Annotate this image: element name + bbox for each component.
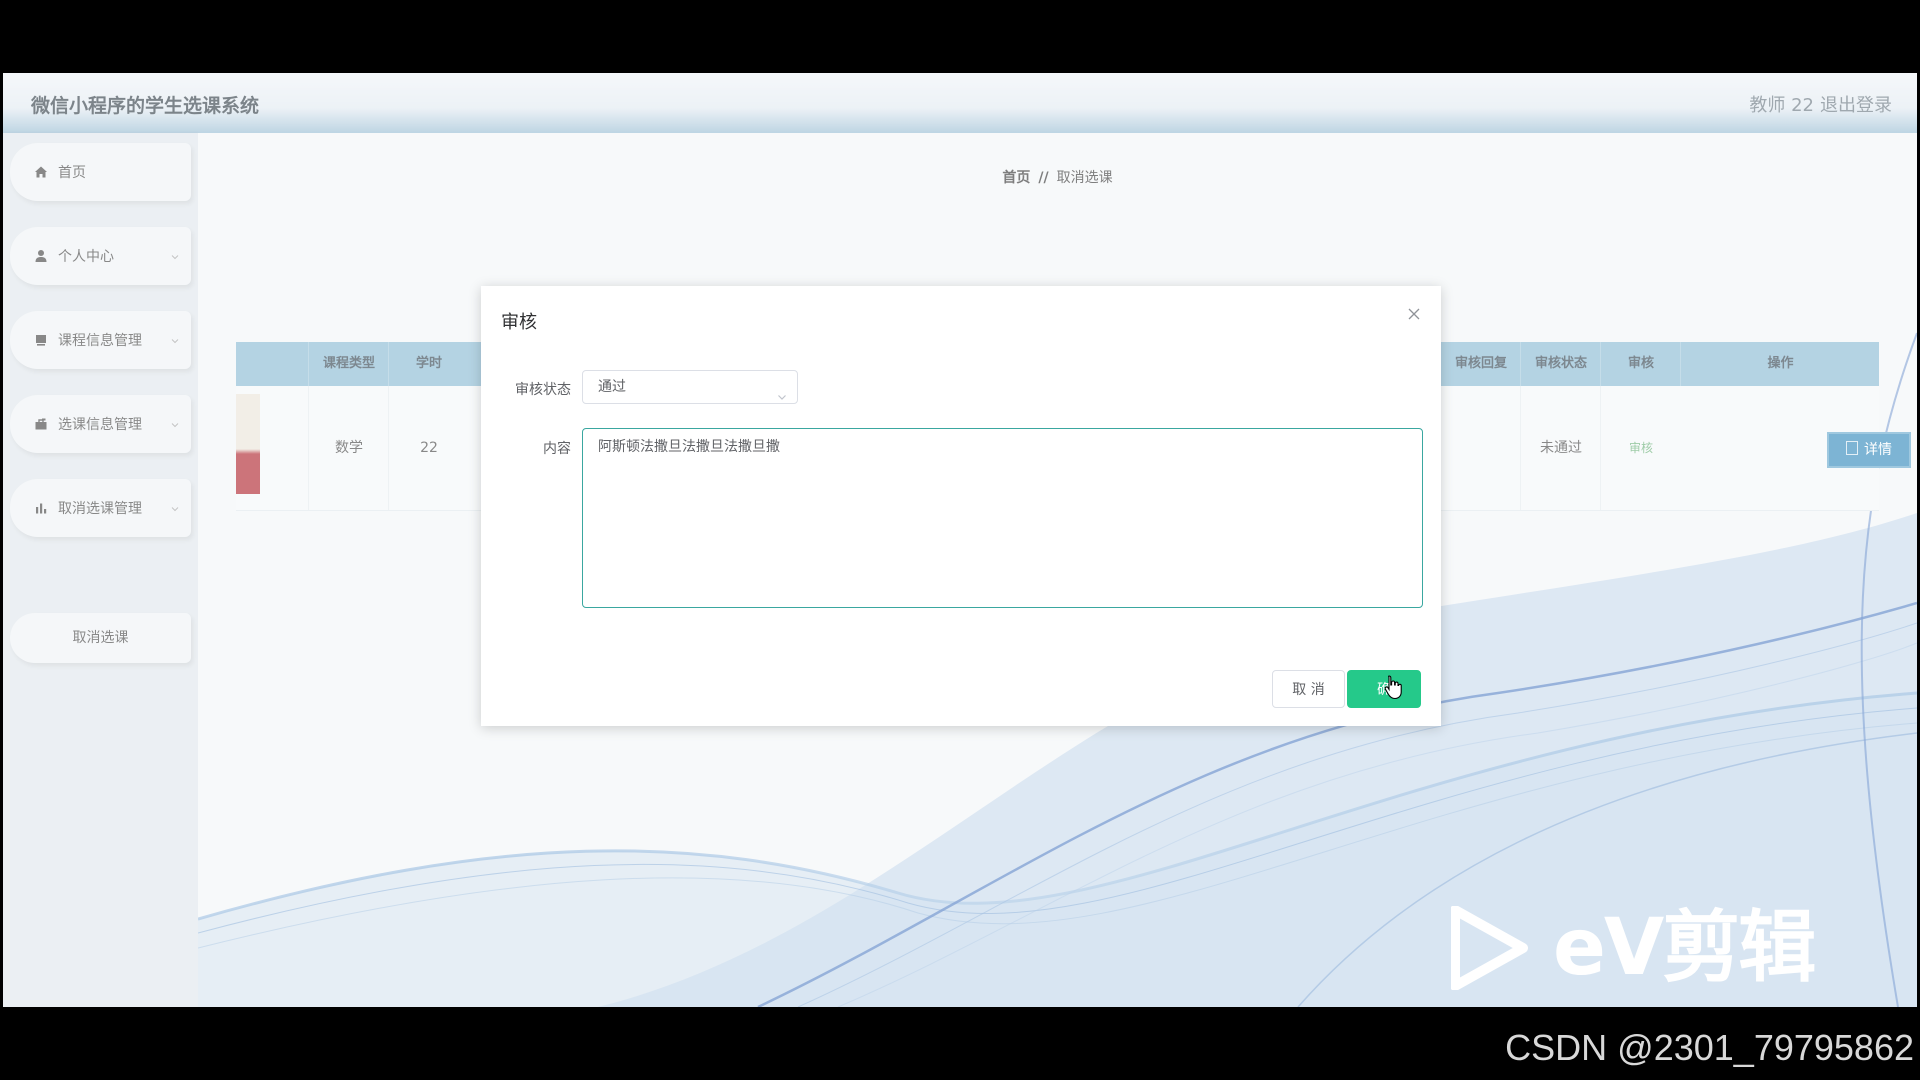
content-textarea[interactable]: 阿斯顿法撒旦法撒旦法撒旦撒	[582, 428, 1423, 608]
hand-cursor-icon	[1384, 675, 1402, 700]
audit-dialog: 审核 审核状态 通过 内容 阿斯顿法撒旦法撒旦法撒旦撒 取 消 确	[481, 286, 1441, 726]
csdn-footer-text: CSDN @2301_79795862	[1505, 1027, 1914, 1068]
ev-watermark-text: eV剪辑	[1553, 903, 1816, 993]
app-window: 微信小程序的学生选课系统 教师 22 退出登录 首页 个人中心 课程信息管理 选…	[3, 73, 1917, 1007]
chevron-down-icon	[777, 382, 787, 400]
audit-status-value: 通过	[598, 379, 626, 395]
audit-status-label: 审核状态	[515, 382, 571, 398]
ev-logo-icon	[1451, 906, 1528, 990]
audit-status-select[interactable]: 通过	[582, 370, 798, 404]
content-label: 内容	[543, 441, 571, 457]
cancel-button[interactable]: 取 消	[1272, 670, 1345, 708]
dialog-title: 审核	[501, 312, 537, 333]
close-icon[interactable]	[1407, 306, 1421, 320]
